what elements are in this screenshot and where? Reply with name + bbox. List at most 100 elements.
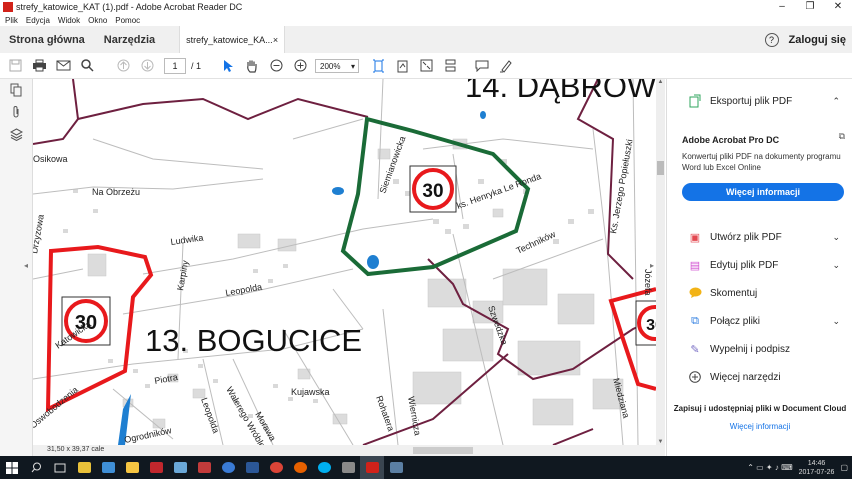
hand-tool-icon[interactable] xyxy=(243,57,261,75)
start-windows-icon[interactable] xyxy=(0,456,24,479)
page-number-input[interactable]: 1 xyxy=(164,57,186,74)
zoom-out-icon[interactable] xyxy=(267,57,285,75)
window-title: strefy_katowice_KAT (1).pdf - Adobe Acro… xyxy=(16,2,243,12)
chevron-down-icon[interactable]: ⌄ xyxy=(832,232,840,243)
menu-bar: Plik Edycja Widok Okno Pomoc xyxy=(0,14,852,26)
menu-file[interactable]: Plik xyxy=(5,16,18,25)
sign-icon: ✎ xyxy=(690,343,700,356)
promo-description: Konwertuj pliki PDF na dokumenty program… xyxy=(682,152,841,172)
vertical-scrollbar[interactable]: ▲ ▼ xyxy=(656,79,665,445)
tab-bar: Strona główna Narzędzia strefy_katowice_… xyxy=(0,26,852,54)
tool-label: Utwórz plik PDF xyxy=(710,231,782,243)
search-icon[interactable] xyxy=(24,456,48,479)
more-tools-icon xyxy=(688,370,702,384)
firefox-icon[interactable] xyxy=(288,456,312,479)
menu-view[interactable]: Widok xyxy=(58,16,80,25)
file-explorer-icon[interactable] xyxy=(120,456,144,479)
task-view-icon[interactable] xyxy=(48,456,72,479)
edit-pdf-icon: ▤ xyxy=(689,259,701,272)
close-button[interactable]: ✕ xyxy=(824,0,852,14)
export-pdf-tool[interactable]: Eksportuj plik PDF ⌃ xyxy=(667,91,852,111)
tool-edit-pdf[interactable]: ▤ Edytuj plik PDF ⌄ xyxy=(667,255,852,275)
zoom-in-icon[interactable] xyxy=(291,57,309,75)
tool-more[interactable]: Więcej narzędzi xyxy=(667,367,852,387)
mail-icon[interactable] xyxy=(54,57,72,75)
document-cloud-promo: Zapisuj i udostępniaj pliki w Document C… xyxy=(667,404,852,432)
scroll-mode-icon[interactable] xyxy=(441,57,459,75)
notifications-icon[interactable]: ▢ xyxy=(840,463,848,472)
prev-page-icon[interactable] xyxy=(114,57,132,75)
filezilla-icon[interactable] xyxy=(144,456,168,479)
cloud-text: Zapisuj i udostępniaj pliki w Document C… xyxy=(673,404,847,413)
comment-icon[interactable] xyxy=(473,57,491,75)
help-icon[interactable]: ? xyxy=(764,32,779,47)
tab-document[interactable]: strefy_katowice_KA... × xyxy=(179,26,286,53)
tool-fill-sign[interactable]: ✎ Wypełnij i podpisz xyxy=(667,339,852,359)
right-tools-panel: Eksportuj plik PDF ⌃ ⧉ Adobe Acrobat Pro… xyxy=(666,79,852,456)
scroll-up-icon[interactable]: ▲ xyxy=(656,79,665,85)
pages-panel-icon[interactable] xyxy=(0,79,32,101)
district-label-bogucice: 13. BOGUCICE xyxy=(145,323,362,358)
fit-page-icon[interactable] xyxy=(369,57,387,75)
rotate-icon[interactable] xyxy=(393,57,411,75)
save-icon[interactable] xyxy=(6,57,24,75)
app-icon[interactable] xyxy=(72,456,96,479)
app-icon[interactable] xyxy=(384,456,408,479)
tool-label: Połącz pliki xyxy=(710,315,761,327)
signin-link[interactable]: Zaloguj się xyxy=(789,34,846,46)
chrome-icon[interactable] xyxy=(264,456,288,479)
collapse-left-panel-icon[interactable]: ◂ xyxy=(24,261,28,270)
vertical-scroll-thumb[interactable] xyxy=(657,161,664,175)
app-icon[interactable] xyxy=(96,456,120,479)
collapse-right-panel-icon[interactable]: ▸ xyxy=(650,261,654,270)
export-pdf-icon xyxy=(688,94,702,108)
menu-edit[interactable]: Edycja xyxy=(26,16,50,25)
clock[interactable]: 14:46 2017-07-26 xyxy=(799,459,835,477)
app-icon[interactable] xyxy=(216,456,240,479)
highlight-pen-icon[interactable] xyxy=(497,57,515,75)
zoom-select[interactable]: 200% xyxy=(315,58,360,74)
collapse-chevron-icon[interactable]: ⌃ xyxy=(832,96,840,107)
tab-home[interactable]: Strona główna xyxy=(9,34,85,46)
horizontal-scroll-thumb[interactable] xyxy=(413,447,473,454)
window-controls: – ❐ ✕ xyxy=(768,0,852,14)
word-icon[interactable] xyxy=(240,456,264,479)
street-label: Na Obrzeżu xyxy=(92,187,140,197)
tool-combine[interactable]: ⧉ Połącz pliki ⌄ xyxy=(667,311,852,331)
layers-icon[interactable] xyxy=(0,123,32,145)
skype-icon[interactable] xyxy=(312,456,336,479)
chevron-down-icon[interactable]: ⌄ xyxy=(832,260,840,271)
chevron-down-icon[interactable]: ⌄ xyxy=(832,316,840,327)
select-cursor-icon[interactable] xyxy=(219,57,237,75)
page-size-label: 31,50 x 39,37 cale xyxy=(47,446,105,453)
attachment-icon[interactable] xyxy=(0,101,32,123)
more-info-button[interactable]: Więcej informacji xyxy=(682,183,844,201)
status-bar: 31,50 x 39,37 cale xyxy=(33,445,665,456)
menu-window[interactable]: Okno xyxy=(88,16,107,25)
street-label: Kujawska xyxy=(291,387,330,397)
fullscreen-icon[interactable] xyxy=(417,57,435,75)
tab-tools[interactable]: Narzędzia xyxy=(104,34,155,46)
minimize-button[interactable]: – xyxy=(768,0,796,14)
next-page-icon[interactable] xyxy=(138,57,156,75)
tool-comment[interactable]: Skomentuj xyxy=(667,283,852,303)
app-icon[interactable] xyxy=(168,456,192,479)
tray-icons[interactable]: ⌃ ▭ ✦ ♪ ⌨ xyxy=(747,463,792,472)
acrobat-icon[interactable] xyxy=(360,456,384,479)
maximize-button[interactable]: ❐ xyxy=(796,0,824,14)
clock-time: 14:46 xyxy=(807,459,826,467)
close-tab-icon[interactable]: × xyxy=(273,35,278,45)
left-sidebar: ◂ xyxy=(0,79,33,456)
cloud-more-info-link[interactable]: Więcej informacji xyxy=(667,422,852,432)
search-icon[interactable] xyxy=(78,57,96,75)
menu-help[interactable]: Pomoc xyxy=(115,16,140,25)
tool-create-pdf[interactable]: ▣ Utwórz plik PDF ⌄ xyxy=(667,227,852,247)
document-tab-label: strefy_katowice_KA... xyxy=(186,34,273,45)
app-icon[interactable] xyxy=(192,456,216,479)
document-viewer[interactable]: 30 30 30 13. BOGUCICE 14. DĄBRÓWKA Na Ob… xyxy=(33,79,656,445)
print-icon[interactable] xyxy=(30,57,48,75)
create-pdf-icon: ▣ xyxy=(689,231,701,244)
app-icon[interactable] xyxy=(336,456,360,479)
page-total: / 1 xyxy=(191,60,202,71)
speed-sign-green: 30 xyxy=(409,165,457,213)
